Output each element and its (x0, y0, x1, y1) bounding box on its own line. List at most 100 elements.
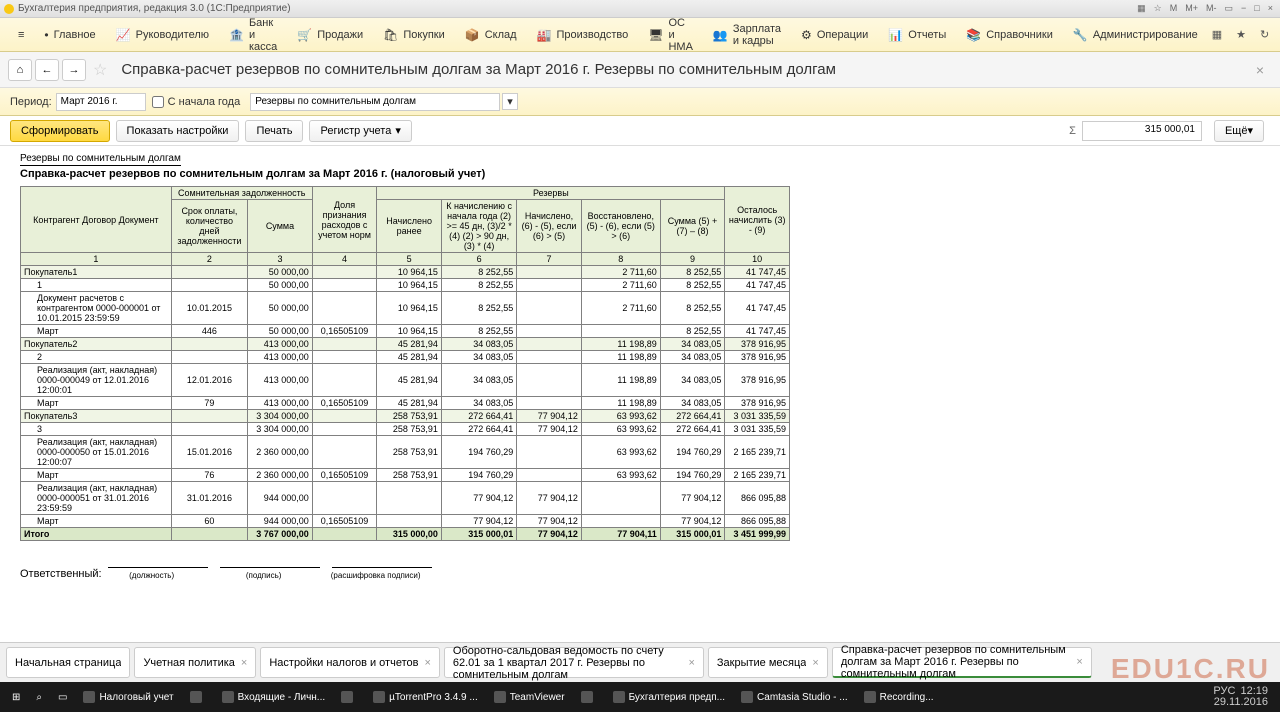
register-button[interactable]: Регистр учета ▾ (309, 120, 411, 142)
taskbar-item[interactable]: Camtasia Studio - ... (733, 682, 856, 712)
menu-Продажи[interactable]: 🛒Продажи (287, 18, 373, 51)
taskbar-item[interactable]: Recording... (856, 682, 942, 712)
sum-display: 315 000,01 (1082, 121, 1202, 141)
home-button[interactable]: ⌂ (8, 59, 32, 81)
maximize-icon[interactable]: □ (1251, 3, 1262, 14)
bottom-tab[interactable]: Настройки налогов и отчетов× (260, 647, 440, 678)
table-row[interactable]: Реализация (акт, накладная) 0000-000049 … (21, 364, 790, 397)
menu-Руководителю[interactable]: 📈Руководителю (106, 18, 219, 51)
windows-taskbar: ⊞ ⌕ ▭ Налоговый учет Входящие - Личн... µT… (0, 682, 1280, 712)
filter-bar: Период: С начала года ▾ (0, 88, 1280, 116)
table-row[interactable]: 33 304 000,00258 753,91272 664,4177 904,… (21, 423, 790, 436)
taskbar-item[interactable] (182, 682, 214, 712)
bottom-tab[interactable]: Учетная политика× (134, 647, 256, 678)
table-row[interactable]: Покупатель2413 000,0045 281,9434 083,051… (21, 338, 790, 351)
window-title: Бухгалтерия предприятия, редакция 3.0 (1… (18, 3, 291, 14)
favorite-icon[interactable]: ☆ (93, 60, 107, 80)
grid-icon[interactable]: ▦ (1208, 24, 1226, 45)
menu-Главное[interactable]: •Главное (34, 18, 105, 51)
menu-Администрирование[interactable]: 🔧Администрирование (1063, 18, 1208, 51)
bottom-tab[interactable]: Начальная страница (6, 647, 130, 678)
bottom-tab[interactable]: Справка-расчет резервов по сомнительным … (832, 647, 1092, 678)
nav-row: ⌂ ← → ☆ Справка-расчет резервов по сомни… (0, 52, 1280, 88)
menu-Операции[interactable]: ⚙Операции (791, 18, 878, 51)
taskbar-item[interactable]: Входящие - Личн... (214, 682, 334, 712)
table-row[interactable]: Март44650 000,000,1650510910 964,158 252… (21, 325, 790, 338)
th-accrued-before: Начислено ранее (377, 200, 442, 253)
menu-Справочники[interactable]: 📚Справочники (956, 18, 1063, 51)
taskbar-item[interactable] (333, 682, 365, 712)
since-start-checkbox[interactable] (152, 96, 164, 108)
menu-Производство[interactable]: 🏭Производство (527, 18, 639, 51)
table-row[interactable]: Реализация (акт, накладная) 0000-000051 … (21, 482, 790, 515)
minimize-icon[interactable]: − (1238, 3, 1249, 14)
forward-button[interactable]: → (62, 59, 86, 81)
taskbar-item[interactable]: Налоговый учет (75, 682, 181, 712)
start-button[interactable]: ⊞ (4, 682, 28, 712)
table-row[interactable]: Март60944 000,000,1650510977 904,1277 90… (21, 515, 790, 528)
taskbar-item[interactable]: TeamViewer (486, 682, 573, 712)
search-taskbar-icon[interactable]: ⌕ (28, 682, 50, 712)
menu-Зарплата и кадры[interactable]: 👥Зарплата и кадры (703, 18, 791, 51)
th-restored: Восстановлено, (5) - (6), если (5) > (6) (581, 200, 660, 253)
page-title: Справка-расчет резервов по сомнительным … (121, 61, 836, 78)
th-remain: Осталось начислить (3) - (9) (725, 187, 790, 253)
bottom-tab[interactable]: Закрытие месяца× (708, 647, 828, 678)
menu-ОС и НМА[interactable]: 🖥ОС и НМА (638, 18, 703, 51)
close-page-button[interactable]: × (1248, 62, 1272, 78)
close-icon[interactable]: × (1265, 3, 1276, 14)
report-subtitle: Резервы по сомнительным долгам (20, 153, 181, 166)
table-row[interactable]: Покупатель33 304 000,00258 753,91272 664… (21, 410, 790, 423)
table-row[interactable]: 12345678910 (21, 253, 790, 266)
taskbar-item[interactable] (573, 682, 605, 712)
form-button[interactable]: Сформировать (10, 120, 110, 142)
menu-Банк и касса[interactable]: 🏦Банк и касса (219, 18, 287, 51)
wc-icon[interactable]: ▦ (1134, 3, 1149, 14)
bottom-tab[interactable]: Оборотно-сальдовая ведомость по счету 62… (444, 647, 704, 678)
table-row[interactable]: Покупатель150 000,0010 964,158 252,552 7… (21, 266, 790, 279)
taskview-icon[interactable]: ▭ (50, 682, 75, 712)
taskbar-item[interactable]: µTorrentPro 3.4.9 ... (365, 682, 486, 712)
table-row[interactable]: 2413 000,0045 281,9434 083,0511 198,8934… (21, 351, 790, 364)
star-icon[interactable]: ★ (1232, 24, 1250, 45)
th-counterparty: Контрагент Договор Документ (21, 187, 172, 253)
history-icon[interactable]: ↻ (1256, 24, 1273, 45)
tab-close-icon[interactable]: × (682, 657, 694, 669)
system-tray[interactable]: РУС 12:1929.11.2016 (1205, 686, 1276, 708)
wc-icon[interactable]: ▭ (1222, 3, 1237, 14)
th-group-reserves: Резервы (377, 187, 725, 200)
reserve-type-dropdown[interactable] (250, 93, 500, 111)
burger-icon[interactable]: ≡ (8, 18, 34, 51)
show-settings-button[interactable]: Показать настройки (116, 120, 240, 142)
th-group-debt: Сомнительная задолженность (171, 187, 312, 200)
th-total-sum: Сумма (5) + (7) – (8) (660, 200, 725, 253)
dropdown-expand-icon[interactable]: ▾ (502, 93, 518, 110)
wc-icon[interactable]: M (1167, 3, 1181, 14)
table-row[interactable]: Итого3 767 000,00315 000,00315 000,0177 … (21, 528, 790, 541)
th-sum: Сумма (248, 200, 313, 253)
table-row[interactable]: Реализация (акт, накладная) 0000-000050 … (21, 436, 790, 469)
table-row[interactable]: Документ расчетов с контрагентом 0000-00… (21, 292, 790, 325)
menu-Склад[interactable]: 📦Склад (455, 18, 527, 51)
tab-close-icon[interactable]: × (235, 657, 247, 669)
action-bar: Сформировать Показать настройки Печать Р… (0, 116, 1280, 146)
tab-close-icon[interactable]: × (418, 657, 430, 669)
wc-icon[interactable]: M+ (1182, 3, 1201, 14)
bottom-tabs: Начальная страницаУчетная политика×Настр… (0, 642, 1280, 682)
print-button[interactable]: Печать (245, 120, 303, 142)
app-icon (4, 4, 14, 14)
wc-icon[interactable]: M- (1203, 3, 1220, 14)
menu-Отчеты[interactable]: 📊Отчеты (878, 18, 956, 51)
menu-Покупки[interactable]: 🛍Покупки (373, 18, 455, 51)
taskbar-item[interactable]: Бухгалтерия предп... (605, 682, 733, 712)
back-button[interactable]: ← (35, 59, 59, 81)
more-button[interactable]: Ещё ▾ (1214, 120, 1264, 142)
table-row[interactable]: Март762 360 000,000,16505109258 753,9119… (21, 469, 790, 482)
th-accrued: Начислено, (6) - (5), если (6) > (5) (517, 200, 582, 253)
table-row[interactable]: 150 000,0010 964,158 252,552 711,608 252… (21, 279, 790, 292)
period-input[interactable] (56, 93, 146, 111)
table-row[interactable]: Март79413 000,000,1650510945 281,9434 08… (21, 397, 790, 410)
wc-icon[interactable]: ☆ (1151, 3, 1165, 14)
tab-close-icon[interactable]: × (1070, 656, 1082, 668)
tab-close-icon[interactable]: × (806, 657, 818, 669)
